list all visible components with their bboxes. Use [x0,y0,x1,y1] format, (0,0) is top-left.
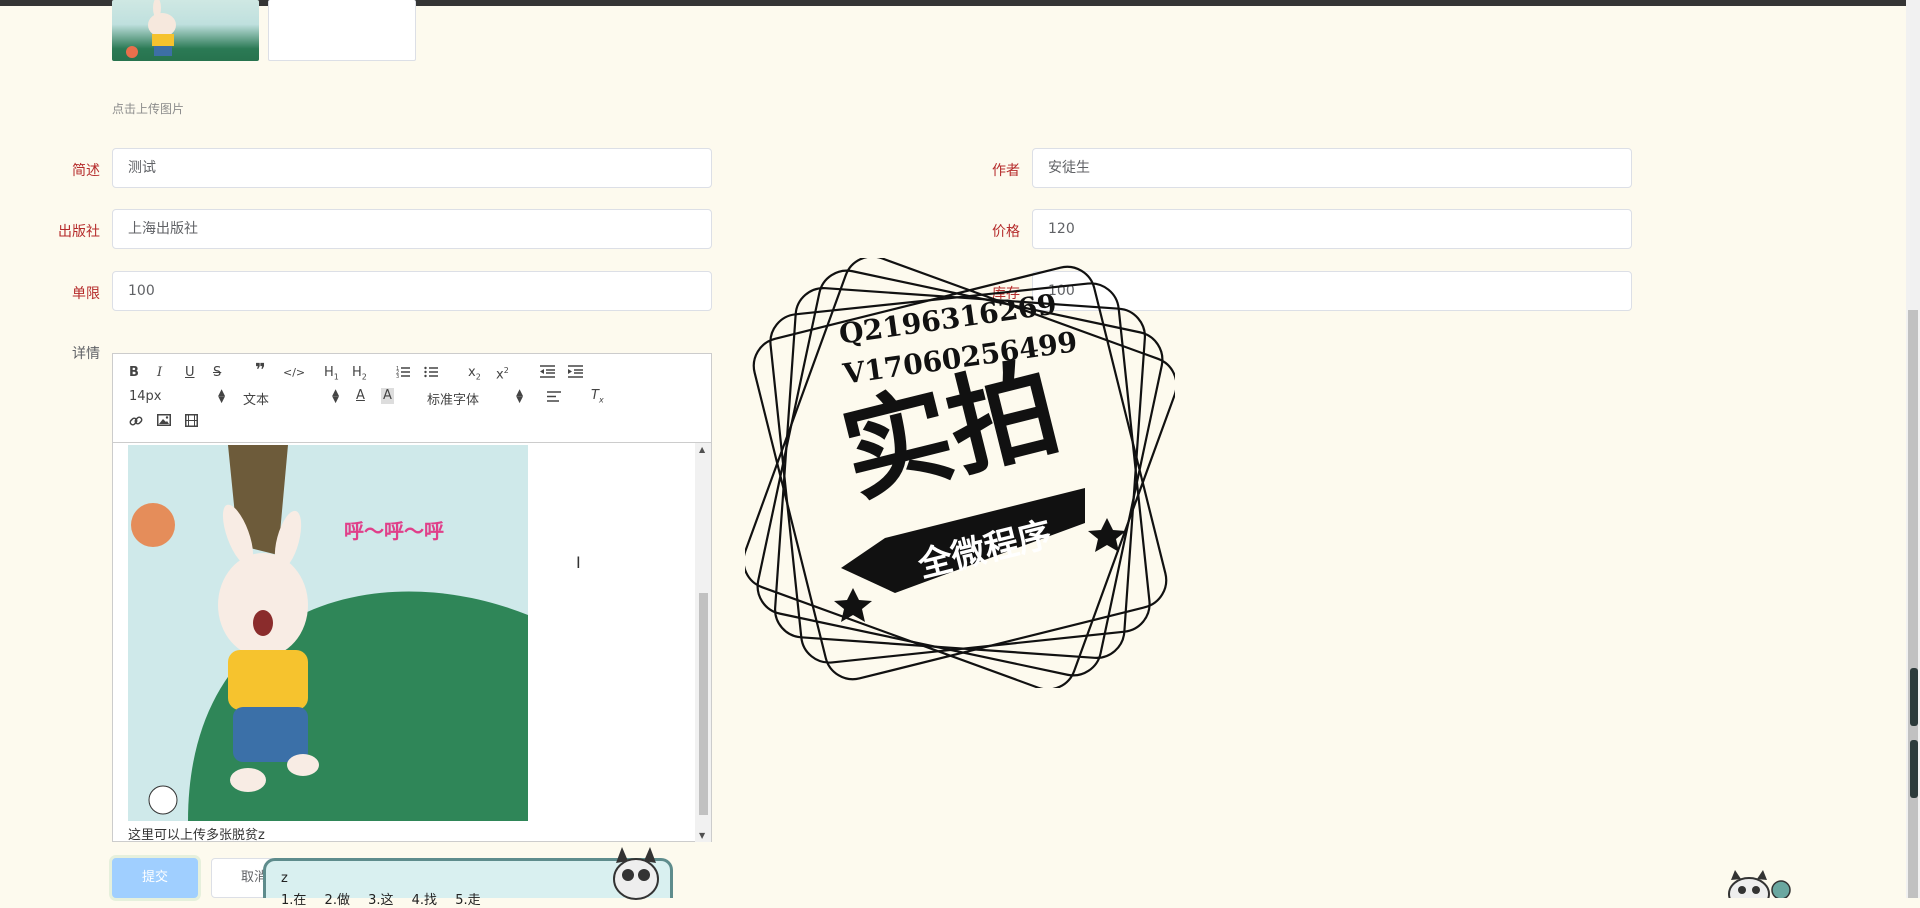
ime-candidate[interactable]: 1.在 [281,893,306,908]
limit-label: 单限 [72,286,100,302]
subscript-icon[interactable]: x2 [468,365,481,386]
code-icon[interactable]: </> [283,365,305,381]
scroll-up-icon[interactable]: ▲ [699,445,705,454]
heading-1-icon[interactable]: H1 [324,365,339,386]
font-family-select[interactable]: 标准字体 ▲ ▼ [427,389,523,409]
upload-hint-text: 点击上传图片 [112,102,185,116]
page-scroll-thumb[interactable] [1908,310,1918,898]
heading-2-icon[interactable]: H2 [352,365,367,386]
ordered-list-icon[interactable]: 123 [396,365,410,379]
editor-toolbar: B I U S ❞ </> H1 H2 123 x2 x2 14px ▲ ▼ 文本 ▲… [113,354,711,443]
underline-icon[interactable]: U [185,365,195,381]
upload-placeholder-box[interactable] [268,0,416,61]
ime-mascot-icon [613,847,659,900]
font-color-icon[interactable]: A [356,388,365,404]
detail-label: 详情 [72,346,100,362]
editor-content-area[interactable]: 呼～呼～呼 这里可以上传多张脱贫z ▲ ▼ [113,443,711,842]
author-input[interactable]: 安徒生 [1032,148,1632,188]
strikethrough-icon[interactable]: S [213,365,221,381]
rich-text-editor[interactable]: B I U S ❞ </> H1 H2 123 x2 x2 14px ▲ ▼ 文本 ▲… [112,353,712,842]
price-label: 价格 [992,224,1020,240]
outdent-icon[interactable] [540,365,555,378]
font-size-select[interactable]: 14px ▲ ▼ [129,389,225,405]
clear-format-icon[interactable]: Tx [591,388,604,409]
italic-icon[interactable]: I [157,365,162,381]
summary-input[interactable]: 测试 [112,148,712,188]
author-label: 作者 [992,163,1020,179]
superscript-icon[interactable]: x2 [496,363,509,383]
editor-text: 这里可以上传多张脱贫z [128,828,265,842]
watermark-stamp: Q2196316269 V17060256499 实拍 全微程序 [742,255,1178,691]
text-cursor-icon: I [576,553,581,572]
side-widget-top[interactable] [1910,668,1918,726]
mascot-icon [1728,870,1791,898]
header-select[interactable]: 文本 ▲ ▼ [243,389,339,409]
picture-caption: 呼～呼～呼 [344,519,444,543]
submit-button[interactable]: 提交 [112,858,198,898]
ime-candidate[interactable]: 2.做 [325,893,350,908]
video-icon[interactable] [185,414,198,427]
ime-candidate-window: z 1.在 2.做 3.这 4.找 5.走 [263,847,673,908]
uploaded-image-thumbnail[interactable] [112,0,259,61]
inserted-picture-bunny: 呼～呼～呼 [128,445,528,821]
svg-text:3: 3 [396,374,399,379]
editor-scroll-thumb[interactable] [699,593,708,815]
ime-candidate[interactable]: 4.找 [412,893,437,908]
ime-candidates: 1.在 2.做 3.这 4.找 5.走 [281,889,495,908]
publisher-label: 出版社 [58,224,100,240]
bullet-list-icon[interactable] [424,365,438,379]
scroll-down-icon[interactable]: ▼ [699,831,705,840]
bold-icon[interactable]: B [129,365,139,381]
blockquote-icon[interactable]: ❞ [255,362,266,380]
editor-scrollbar[interactable]: ▲ ▼ [695,443,711,842]
indent-icon[interactable] [568,365,583,378]
image-icon[interactable] [157,414,171,426]
summary-label: 简述 [72,163,100,179]
ime-candidate[interactable]: 5.走 [455,893,480,908]
limit-input[interactable]: 100 [112,271,712,311]
ime-candidate[interactable]: 3.这 [368,893,393,908]
price-input[interactable]: 120 [1032,209,1632,249]
align-icon[interactable] [547,391,561,402]
background-color-icon[interactable]: A [381,388,394,404]
ime-input-text: z [281,871,288,886]
link-icon[interactable] [129,414,143,428]
side-widget-bottom[interactable] [1910,740,1918,798]
publisher-input[interactable]: 上海出版社 [112,209,712,249]
